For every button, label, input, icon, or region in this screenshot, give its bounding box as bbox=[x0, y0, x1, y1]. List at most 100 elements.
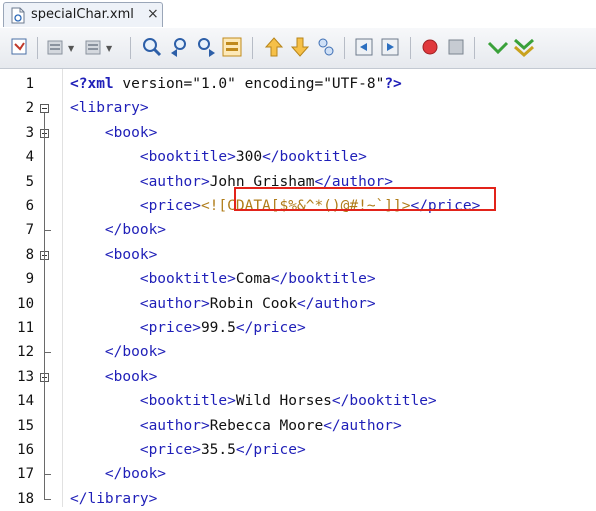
xml-file-icon bbox=[10, 7, 26, 28]
xml-tag: </book> bbox=[104, 222, 167, 239]
code-line: <booktitle>Wild Horses</booktitle> bbox=[70, 389, 437, 413]
stop-macro-icon[interactable] bbox=[444, 35, 468, 59]
previous-bookmark-icon[interactable] bbox=[262, 35, 286, 59]
xml-tag: <booktitle> bbox=[139, 393, 236, 410]
forward-dropdown-icon[interactable]: ▼ bbox=[106, 44, 112, 53]
find-previous-icon[interactable] bbox=[168, 35, 192, 59]
back-dropdown-icon[interactable]: ▼ bbox=[68, 44, 74, 53]
code-token: "UTF-8" bbox=[323, 76, 385, 92]
fold-end-marker bbox=[44, 352, 51, 354]
xml-tag: <booktitle> bbox=[139, 271, 236, 288]
code-token: ?> bbox=[384, 76, 402, 92]
code-line: </book> bbox=[70, 462, 166, 486]
fold-end-marker bbox=[44, 474, 51, 476]
line-number: 12 bbox=[17, 344, 34, 361]
xml-tag: <price> bbox=[139, 320, 201, 336]
code-line: <book> bbox=[70, 365, 157, 389]
editor-tab-strip: specialChar.xml × bbox=[0, 0, 596, 29]
toolbar-separator bbox=[37, 37, 38, 59]
line-number: 14 bbox=[17, 393, 34, 410]
fold-toggle-icon[interactable] bbox=[40, 104, 49, 114]
xml-tag: </booktitle> bbox=[270, 271, 376, 288]
close-tab-icon[interactable]: × bbox=[147, 6, 159, 22]
xml-tag: </author> bbox=[297, 295, 376, 312]
xml-tag: <booktitle> bbox=[139, 149, 236, 166]
fold-guide bbox=[44, 113, 45, 499]
code-token: Rebecca Moore bbox=[209, 417, 324, 434]
xml-tag: </price> bbox=[235, 320, 306, 336]
line-number: 4 bbox=[25, 149, 34, 166]
code-token: Robin Cook bbox=[209, 295, 297, 312]
xml-tag: <book> bbox=[104, 368, 158, 385]
source-history-icon[interactable] bbox=[8, 35, 32, 59]
xml-tag: </book> bbox=[104, 466, 167, 483]
xml-tag: <book> bbox=[104, 246, 158, 263]
code-line: <?xml version="1.0" encoding="UTF-8"?> bbox=[70, 72, 402, 96]
toolbar-separator bbox=[130, 37, 131, 59]
back-icon[interactable] bbox=[44, 35, 68, 59]
xml-tag: <library> bbox=[70, 100, 149, 117]
code-line: <book> bbox=[70, 121, 157, 145]
find-icon[interactable] bbox=[140, 35, 164, 59]
line-number: 18 bbox=[17, 490, 34, 507]
tab-specialchar-xml[interactable]: specialChar.xml × bbox=[3, 2, 163, 27]
check-xml-icon[interactable] bbox=[486, 35, 510, 59]
code-token: Coma bbox=[235, 271, 271, 288]
code-line: </book> bbox=[70, 340, 166, 364]
next-bookmark-icon[interactable] bbox=[288, 35, 312, 59]
code-token: encoding= bbox=[235, 76, 324, 92]
toolbar-separator bbox=[410, 37, 411, 59]
code-line: <author>Robin Cook</author> bbox=[70, 292, 376, 316]
line-number: 15 bbox=[17, 417, 34, 434]
tab-title: specialChar.xml bbox=[31, 7, 134, 22]
validate-xml-icon[interactable] bbox=[512, 35, 536, 59]
code-line: <price>99.5</price> bbox=[70, 316, 306, 340]
xml-tag: </book> bbox=[104, 344, 167, 361]
start-macro-icon[interactable] bbox=[418, 35, 442, 59]
xml-tag: <price> bbox=[139, 442, 201, 458]
xml-tag: <author> bbox=[139, 173, 210, 190]
line-number-gutter: 1 2 3 4 5 6 7 8 9 10 11 12 13 14 15 16 17 18 bbox=[0, 69, 63, 507]
fold-end-marker bbox=[44, 498, 51, 500]
line-number: 9 bbox=[25, 271, 34, 288]
line-number: 3 bbox=[25, 124, 34, 141]
code-line: <booktitle>Coma</booktitle> bbox=[70, 267, 376, 291]
xml-tag: </booktitle> bbox=[331, 393, 437, 410]
fold-end-marker bbox=[44, 230, 51, 232]
code-editor[interactable]: 1 2 3 4 5 6 7 8 9 10 11 12 13 14 15 16 17 18 <?xml versio… bbox=[0, 69, 596, 507]
toggle-highlight-icon[interactable] bbox=[220, 35, 244, 59]
xml-tag: </price> bbox=[235, 442, 306, 458]
code-line: </book> bbox=[70, 218, 166, 242]
line-number: 5 bbox=[25, 173, 34, 190]
line-number: 17 bbox=[17, 466, 34, 483]
shift-left-icon[interactable] bbox=[352, 35, 376, 59]
xml-tag: <author> bbox=[139, 417, 210, 434]
xml-tag: <book> bbox=[104, 124, 158, 141]
toolbar-separator bbox=[252, 37, 253, 59]
forward-icon[interactable] bbox=[82, 35, 106, 59]
find-next-icon[interactable] bbox=[194, 35, 218, 59]
code-line: </library> bbox=[70, 487, 157, 511]
editor-toolbar: ▼ ▼ bbox=[0, 28, 596, 69]
toggle-bookmark-icon[interactable] bbox=[314, 35, 338, 59]
xml-tag: <author> bbox=[139, 295, 210, 312]
shift-right-icon[interactable] bbox=[378, 35, 402, 59]
line-number: 1 bbox=[25, 76, 34, 92]
line-number: 11 bbox=[17, 320, 34, 336]
line-number: 16 bbox=[17, 442, 34, 458]
code-line: <library> bbox=[70, 96, 149, 120]
code-token: version= bbox=[113, 76, 193, 92]
code-token: 35.5 bbox=[200, 442, 236, 458]
xml-tag: </author> bbox=[323, 417, 402, 434]
